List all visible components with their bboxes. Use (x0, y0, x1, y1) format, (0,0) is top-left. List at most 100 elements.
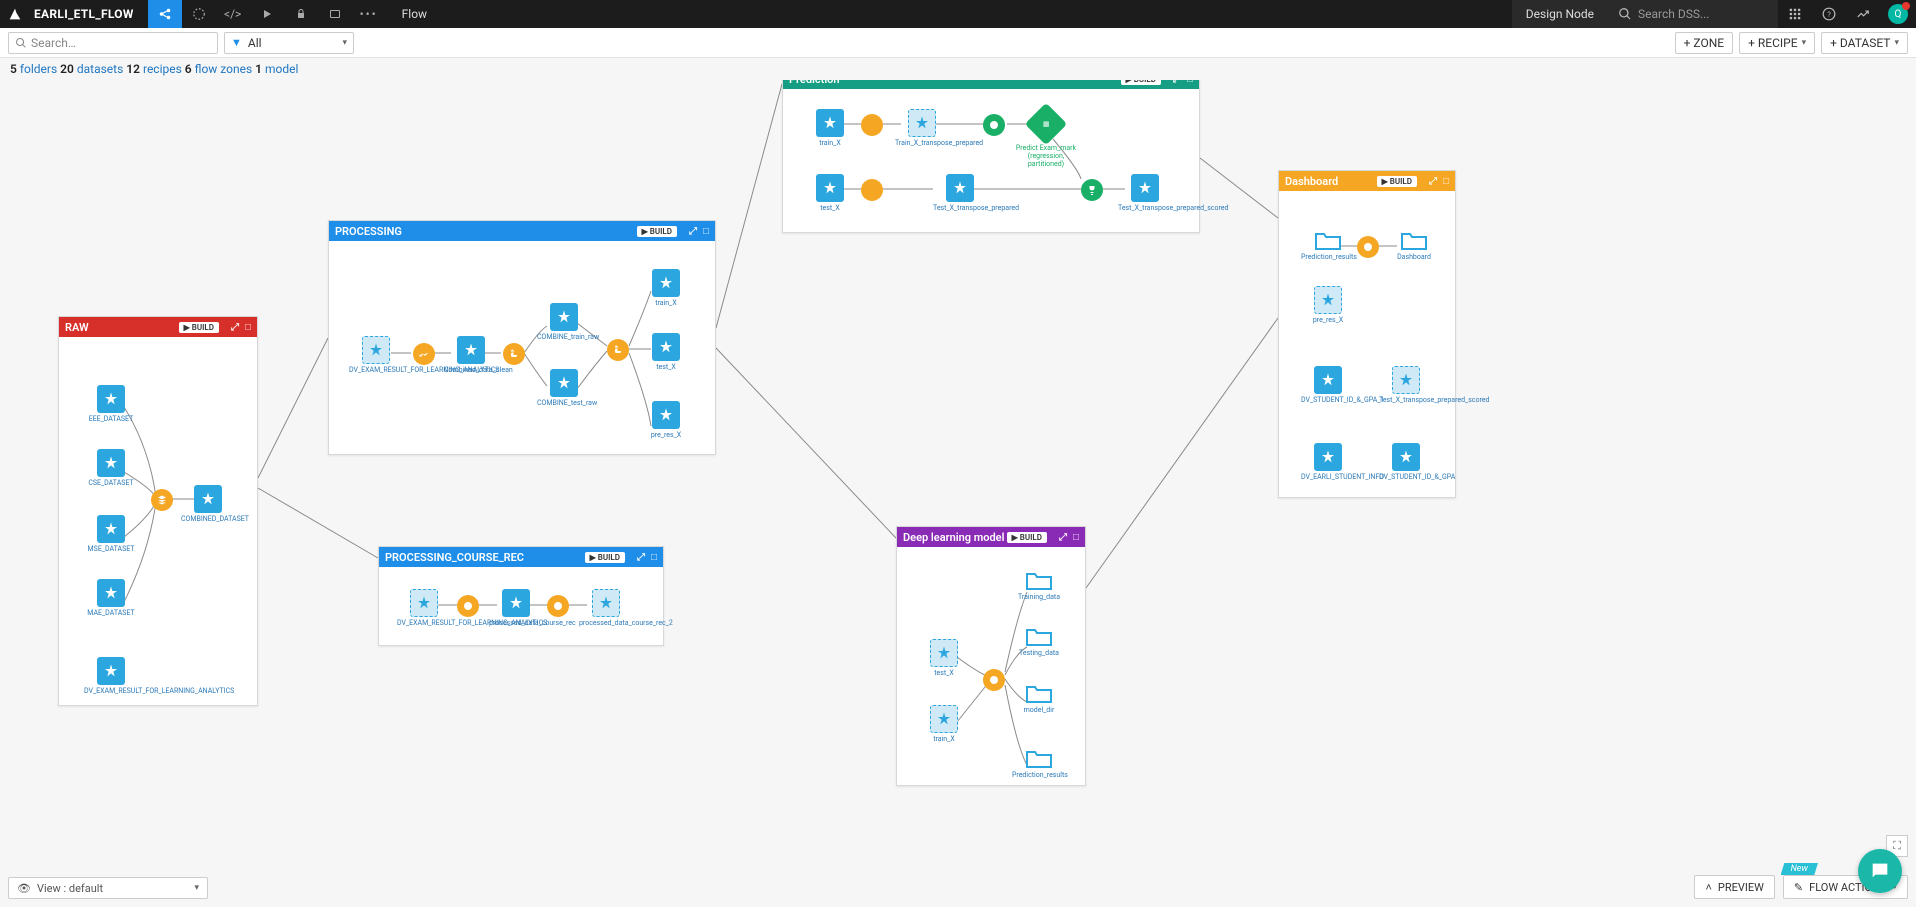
dataset-eee[interactable]: EEE_DATASET (84, 385, 138, 423)
add-zone-button[interactable]: + ZONE (1675, 32, 1733, 54)
ml-model[interactable]: ▦ (1025, 103, 1067, 145)
zone-dashboard[interactable]: Dashboard ▶ BUILD ⤢ □ Prediction_results… (1278, 170, 1456, 498)
folder-training[interactable]: Training_data (1012, 569, 1066, 601)
view-selector[interactable]: 👁 View : default (8, 877, 208, 899)
zone-raw[interactable]: RAW ▶ BUILD ⤢ □ EEE_DATASET CSE_DATASET … (58, 316, 258, 706)
box-icon[interactable]: □ (651, 552, 657, 563)
chat-fab[interactable] (1858, 849, 1902, 893)
dataset-test-prep[interactable]: Test_X_transpose_prepared (933, 174, 987, 212)
recipe-stack[interactable] (151, 489, 173, 511)
dataset-gpa1[interactable]: DV_STUDENT_ID_&_GPA_1 (1301, 366, 1355, 404)
dataset-combined[interactable]: COMBINED_DATASET (181, 485, 235, 523)
zone-processing-build[interactable]: ▶ BUILD (637, 226, 677, 237)
dataset-train-prep[interactable]: Train_X_transpose_prepared (895, 109, 949, 147)
dataset-dash-preres[interactable]: pre_res_X (1301, 286, 1355, 324)
more-icon[interactable]: ••• (352, 0, 386, 28)
dataset-trainX[interactable]: train_X (639, 269, 693, 307)
recipe-train-model[interactable] (983, 114, 1005, 136)
expand-icon[interactable]: ⤢ (637, 552, 645, 563)
apps-icon[interactable] (1778, 7, 1812, 21)
recipe-dash-py[interactable] (1357, 236, 1379, 258)
dataiku-logo[interactable] (0, 6, 30, 22)
flow-summary: 5 folders 20 datasets 12 recipes 6 flow … (0, 58, 1916, 80)
box-icon[interactable]: □ (703, 226, 709, 237)
dataset-pred-trainX[interactable]: train_X (803, 109, 857, 147)
recipe-deep-py[interactable] (983, 669, 1005, 691)
preview-button[interactable]: ˄PREVIEW (1694, 875, 1774, 899)
dataset-mae[interactable]: MAE_DATASET (84, 579, 138, 617)
funnel-icon: ▼ (231, 36, 242, 49)
dataset-course-p2[interactable]: processed_data_course_rec_2 (579, 589, 633, 627)
view-label: View : default (37, 882, 103, 895)
expand-icon[interactable]: ⤢ (689, 226, 697, 237)
run-icon[interactable] (250, 0, 284, 28)
recipe-course-py2[interactable] (547, 595, 569, 617)
dataset-pred-testX[interactable]: test_X (803, 174, 857, 212)
dataset-scored[interactable]: Test_X_transpose_prepared_scored (1118, 174, 1172, 212)
recipe-prepare[interactable] (413, 343, 435, 365)
dataset-deep-testX[interactable]: test_X (917, 639, 971, 677)
recipes-icon[interactable] (182, 0, 216, 28)
activity-icon[interactable] (1846, 7, 1880, 21)
help-icon[interactable]: ? (1812, 7, 1846, 21)
user-avatar[interactable]: Q (1888, 4, 1908, 24)
dataset-cse[interactable]: CSE_DATASET (84, 449, 138, 487)
dataset-mse[interactable]: MSE_DATASET (84, 515, 138, 553)
dataset-test-raw[interactable]: COMBINE_test_raw (537, 369, 591, 407)
zone-dashboard-title: Dashboard (1285, 175, 1338, 188)
dataset-exam-result[interactable]: DV_EXAM_RESULT_FOR_LEARNING_ANALYTICS (84, 657, 138, 695)
flow-icon[interactable] (148, 0, 182, 28)
zone-proc-course[interactable]: PROCESSING_COURSE_REC ▶ BUILD ⤢ □ DV_EXA… (378, 546, 664, 646)
recipe-python-1[interactable] (503, 343, 525, 365)
zone-raw-build[interactable]: ▶ BUILD (179, 322, 219, 333)
dataset-deep-trainX[interactable]: train_X (917, 705, 971, 743)
code-icon[interactable]: </> (216, 0, 250, 28)
box-icon[interactable]: □ (245, 322, 251, 333)
dataset-preres[interactable]: pre_res_X (639, 401, 693, 439)
expand-icon[interactable]: ⤢ (1059, 532, 1067, 543)
dataset-course-p1[interactable]: processed_data_course_rec (489, 589, 543, 627)
dataset-gpa[interactable]: DV_STUDENT_ID_&_GPA (1379, 443, 1433, 481)
nav-flow-label[interactable]: Flow (386, 7, 443, 21)
flow-filter[interactable]: ▼ All (224, 32, 354, 54)
dataset-course-in[interactable]: DV_EXAM_RESULT_FOR_LEARNING_ANALYTICS (397, 589, 451, 627)
dataset-testX[interactable]: test_X (639, 333, 693, 371)
zone-dashboard-build[interactable]: ▶ BUILD (1377, 176, 1417, 187)
dataset-train-raw[interactable]: COMBINE_train_raw (537, 303, 591, 341)
recipe-pred-prep1[interactable] (861, 114, 883, 136)
dataset-clean[interactable]: Combined_data_clean (444, 336, 498, 374)
folder-pred-results[interactable]: Prediction_results (1012, 747, 1066, 779)
lock-icon[interactable] (284, 0, 318, 28)
recipe-course-py1[interactable] (457, 595, 479, 617)
flow-search[interactable]: Search… (8, 32, 218, 54)
box-icon[interactable]: □ (1443, 176, 1449, 187)
expand-icon[interactable]: ⤢ (1429, 176, 1437, 187)
add-dataset-button[interactable]: + DATASET▾ (1821, 32, 1908, 54)
flow-search-placeholder: Search… (31, 36, 76, 50)
zone-proc-course-build[interactable]: ▶ BUILD (585, 552, 625, 563)
recipe-pred-prep2[interactable] (861, 179, 883, 201)
dashboard-icon[interactable] (318, 0, 352, 28)
new-tag: New (1781, 863, 1818, 875)
add-recipe-button[interactable]: + RECIPE▾ (1739, 32, 1815, 54)
eye-icon: 👁 (17, 882, 31, 895)
zone-deep[interactable]: Deep learning model ▶ BUILD ⤢ □ test_X t… (896, 526, 1086, 786)
zone-deep-build[interactable]: ▶ BUILD (1007, 532, 1047, 543)
folder-dashboard[interactable]: Dashboard (1387, 229, 1441, 261)
expand-icon[interactable]: ⤢ (231, 322, 239, 333)
folder-testing[interactable]: Testing_data (1012, 625, 1066, 657)
zone-prediction[interactable]: Prediction ▶ BUILD ⤢ □ train_X Train_X_t… (782, 68, 1200, 233)
folder-dash-pred[interactable]: Prediction_results (1301, 229, 1355, 261)
global-search[interactable]: Search DSS... (1608, 0, 1778, 28)
design-node-badge[interactable]: Design Node (1512, 0, 1608, 28)
zone-processing[interactable]: PROCESSING ▶ BUILD ⤢ □ DV_EXAM_RESULT_FO… (328, 220, 716, 455)
folder-model[interactable]: model_dir (1012, 682, 1066, 714)
box-icon[interactable]: □ (1073, 532, 1079, 543)
flow-canvas[interactable]: RAW ▶ BUILD ⤢ □ EEE_DATASET CSE_DATASET … (0, 58, 1916, 907)
project-title[interactable]: EARLI_ETL_FLOW (30, 7, 148, 21)
dataset-dash-scored[interactable]: Test_X_transpose_prepared_scored (1379, 366, 1433, 404)
recipe-python-2[interactable] (607, 339, 629, 361)
dataset-proc-in[interactable]: DV_EXAM_RESULT_FOR_LEARNING_ANALYTICS (349, 336, 403, 374)
recipe-score[interactable] (1081, 179, 1103, 201)
dataset-earli[interactable]: DV_EARLI_STUDENT_INFO (1301, 443, 1355, 481)
